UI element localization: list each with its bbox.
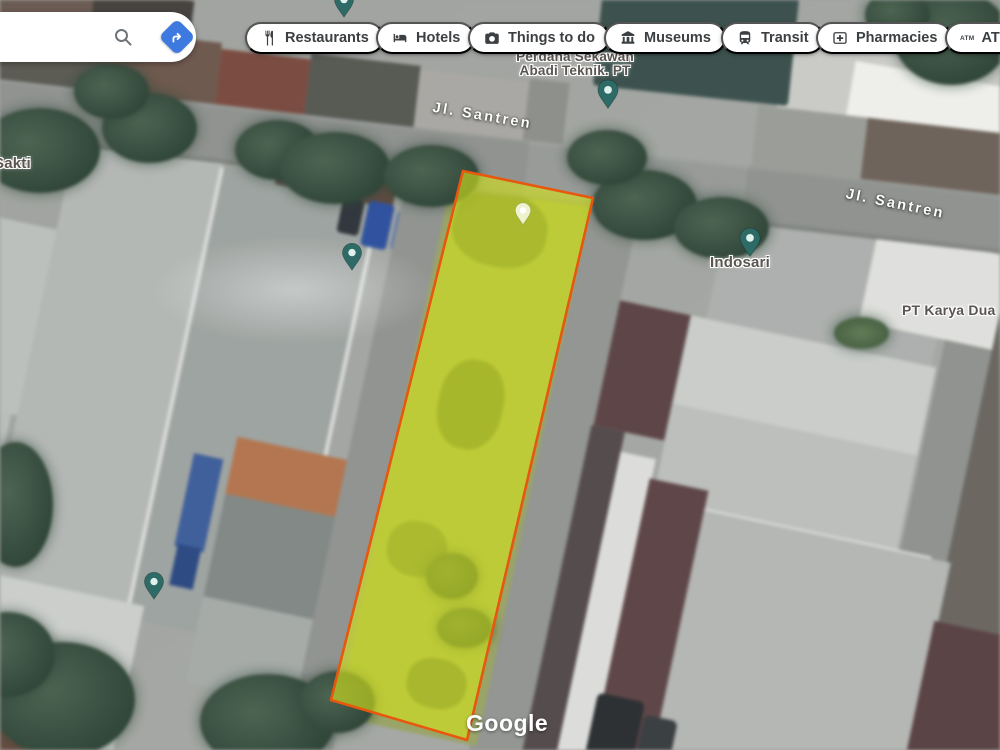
museums-icon	[619, 29, 637, 47]
google-watermark: Google	[466, 710, 548, 737]
search-icon[interactable]	[113, 27, 133, 47]
search-input[interactable]	[0, 12, 196, 62]
place-label-indosari[interactable]: Indosari	[695, 256, 785, 270]
chip-label: Things to do	[508, 30, 595, 46]
hotels-icon	[391, 29, 409, 47]
place-pin-icon[interactable]	[596, 79, 620, 110]
things-to-do-icon	[483, 29, 501, 47]
place-label-perdana-sekawan[interactable]: Perdana Sekawan Abadi Teknik. PT	[495, 50, 655, 78]
chip-label: Transit	[761, 30, 809, 46]
parcel-pin-icon[interactable]	[514, 202, 532, 226]
chip-hotels[interactable]: Hotels	[376, 22, 475, 54]
highlighted-parcel-polygon[interactable]	[331, 171, 593, 740]
place-pin-icon[interactable]	[143, 571, 165, 601]
chip-restaurants[interactable]: Restaurants	[245, 22, 384, 54]
chip-label: ATM	[982, 30, 1000, 46]
chip-label: Restaurants	[285, 30, 369, 46]
chip-atm[interactable]: ATM ATM	[945, 22, 1000, 54]
chip-transit[interactable]: Transit	[721, 22, 824, 54]
transit-icon	[736, 29, 754, 47]
place-pin-icon[interactable]	[333, 0, 355, 19]
place-pin-icon[interactable]	[341, 242, 363, 272]
chip-museums[interactable]: Museums	[604, 22, 726, 54]
chip-pharmacies[interactable]: Pharmacies	[816, 22, 952, 54]
atm-icon: ATM	[960, 35, 975, 42]
place-label-pt-karya-dua[interactable]: PT Karya Dua	[902, 303, 995, 317]
chip-label: Museums	[644, 30, 711, 46]
chip-label: Hotels	[416, 30, 460, 46]
place-label-line: Abadi Teknik. PT	[495, 64, 655, 78]
directions-icon[interactable]	[159, 19, 196, 56]
chip-things-to-do[interactable]: Things to do	[468, 22, 610, 54]
restaurants-icon	[260, 29, 278, 47]
pharmacies-icon	[831, 29, 849, 47]
google-maps-satellite-view[interactable]: Perdana Sekawan Abadi Teknik. PT Indosar…	[0, 0, 1000, 750]
chip-label: Pharmacies	[856, 30, 937, 46]
place-label-sakti[interactable]: Sakti	[0, 157, 31, 171]
